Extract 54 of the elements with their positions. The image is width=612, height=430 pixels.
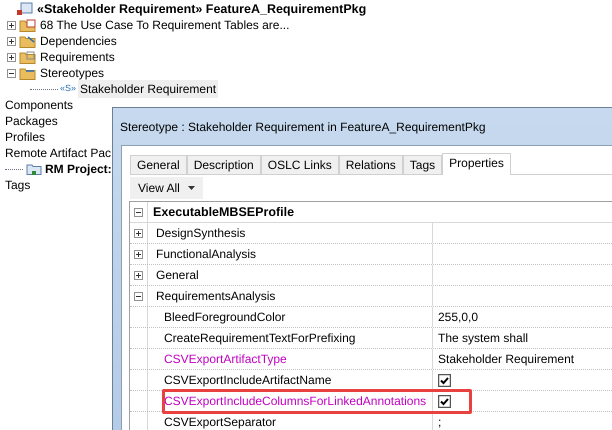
expand-icon[interactable] <box>7 52 16 62</box>
expand-icon[interactable] <box>7 36 16 46</box>
tab[interactable]: OSLC Links <box>260 155 339 174</box>
property-name: CreateRequirementTextForPrefixing <box>164 330 356 347</box>
property-value: Stakeholder Requirement <box>438 351 574 368</box>
stereotype-icon: «S» <box>60 82 76 96</box>
folder-icon <box>19 50 37 64</box>
expand-icon[interactable] <box>134 270 143 280</box>
group-label: General <box>156 267 199 284</box>
tree-item[interactable]: Stereotypes <box>40 64 104 82</box>
tree-item[interactable]: Components <box>5 96 74 114</box>
caret-icon <box>188 186 195 190</box>
collapse-icon[interactable] <box>134 292 143 300</box>
property-value: ; <box>438 414 442 430</box>
view-all-button[interactable]: View All <box>130 177 203 199</box>
property-name: CSVExportArtifactType <box>164 351 287 368</box>
tree-root[interactable]: «Stakeholder Requirement» FeatureA_RequirementPkg <box>37 0 366 18</box>
expand-icon[interactable] <box>134 250 143 258</box>
folder-icon <box>19 18 37 32</box>
expand-icon[interactable] <box>134 228 143 238</box>
tree-item[interactable]: Remote Artifact Pac <box>5 144 112 162</box>
checkbox[interactable] <box>438 374 451 386</box>
tree-item[interactable]: Requirements <box>40 48 115 66</box>
package-icon <box>14 2 34 16</box>
group-label: FunctionalAnalysis <box>156 246 256 263</box>
property-name: CSVExportIncludeArtifactName <box>164 372 332 389</box>
tree-item[interactable]: Stakeholder Requirement <box>78 80 218 98</box>
folder-icon <box>19 66 37 80</box>
tab[interactable]: General <box>130 155 187 174</box>
tree-item[interactable]: Packages <box>5 112 58 130</box>
property-name: BleedForegroundColor <box>164 309 286 326</box>
window-title: Stereotype : Stakeholder Requirement in FeatureA_RequirementPkg <box>120 118 486 136</box>
property-name: CSVExportIncludeColumnsForLinkedAnnotations <box>164 393 426 410</box>
tree-item[interactable]: 68 The Use Case To Requirement Tables are... <box>40 16 290 34</box>
collapse-icon[interactable] <box>7 68 16 78</box>
tree-item[interactable]: Profiles <box>5 128 46 146</box>
folder-icon <box>19 34 37 48</box>
checkbox[interactable] <box>438 394 451 408</box>
tab[interactable]: Relations <box>338 155 403 174</box>
profile-header: ExecutableMBSEProfile <box>152 204 294 221</box>
group-label: RequirementsAnalysis <box>156 288 276 305</box>
tree-item[interactable]: Tags <box>5 176 30 194</box>
property-name: CSVExportSeparator <box>164 414 276 430</box>
property-value: 255,0,0 <box>438 309 478 326</box>
property-value: The system shall <box>438 330 528 347</box>
tree-item[interactable]: Dependencies <box>40 32 117 50</box>
expand-icon[interactable] <box>7 20 16 30</box>
folder-icon <box>26 162 42 176</box>
tree-item[interactable]: RM Project: <box>45 160 112 178</box>
tab[interactable]: Properties <box>442 153 511 175</box>
tab[interactable]: Description <box>186 155 261 174</box>
collapse-icon[interactable] <box>134 208 143 216</box>
tab[interactable]: Tags <box>402 155 442 174</box>
group-label: DesignSynthesis <box>156 225 246 242</box>
